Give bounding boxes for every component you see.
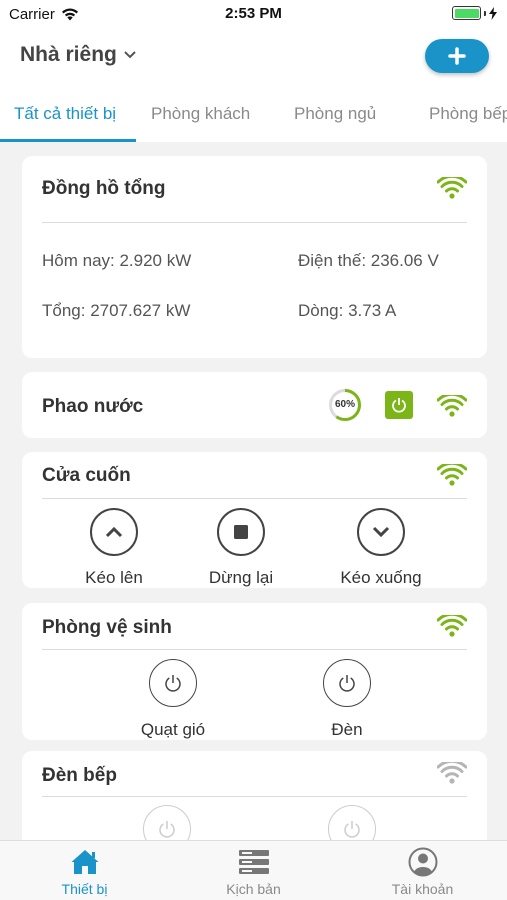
header: Nhà riêng (0, 28, 507, 86)
tab-bedroom[interactable]: Phòng ngủ (294, 104, 376, 124)
meter-today: Hôm nay: 2.920 kW (42, 251, 192, 270)
shutter-card[interactable]: Cửa cuốn Kéo lên Dừng lại Kéo xuống (22, 452, 487, 588)
scenario-icon (238, 850, 269, 874)
divider (42, 796, 467, 797)
shutter-down-label: Kéo xuống (340, 568, 422, 587)
account-icon (408, 847, 437, 877)
fan-label: Quạt gió (140, 720, 206, 739)
tab-all-devices[interactable]: Tất cả thiết bị (14, 104, 116, 124)
kitchen-light-power-button-2[interactable] (328, 805, 376, 840)
power-icon (339, 675, 355, 692)
home-icon (71, 850, 98, 874)
status-time: 2:53 PM (225, 5, 282, 22)
meter-card[interactable]: Đồng hồ tổng Hôm nay: 2.920 kW Điện thế:… (22, 156, 487, 358)
power-icon (165, 675, 181, 692)
tab-scenarios-label: Kịch bản (226, 881, 281, 897)
bottom-tab-bar: Thiết bị Kịch bản Tài khoản (0, 840, 507, 900)
kitchen-light-power-button-1[interactable] (143, 805, 191, 840)
meter-current: Dòng: 3.73 A (298, 301, 397, 320)
chevron-down-icon (372, 526, 390, 538)
float-title: Phao nước (42, 396, 144, 417)
add-button[interactable] (425, 39, 489, 73)
water-float-card[interactable]: Phao nước 60% (22, 372, 487, 438)
tab-scenarios[interactable]: Kịch bản (169, 847, 338, 897)
divider (42, 498, 467, 499)
room-tabs: Tất cả thiết bị Phòng khách Phòng ngủ Ph… (0, 86, 507, 142)
wifi-online-icon (437, 395, 467, 417)
meter-voltage: Điện thế: 236.06 V (298, 251, 439, 270)
power-icon (344, 821, 360, 838)
plus-icon (448, 47, 466, 65)
chevron-down-icon (124, 51, 136, 59)
battery-icon (452, 6, 497, 20)
wifi-offline-icon (437, 762, 467, 784)
power-icon (392, 398, 406, 413)
tab-kitchen[interactable]: Phòng bếp (429, 104, 507, 124)
shutter-title: Cửa cuốn (42, 465, 131, 486)
charging-bolt-icon (489, 6, 497, 20)
stop-icon (234, 525, 248, 539)
shutter-up-label: Kéo lên (85, 568, 143, 587)
meter-total: Tổng: 2707.627 kW (42, 301, 191, 320)
shutter-down-button[interactable] (357, 508, 405, 556)
power-icon (159, 821, 175, 838)
light-label: Đèn (331, 720, 363, 739)
device-list[interactable]: Đồng hồ tổng Hôm nay: 2.920 kW Điện thế:… (0, 142, 507, 840)
chevron-up-icon (105, 526, 123, 538)
tab-account-label: Tài khoản (391, 881, 454, 897)
tab-account[interactable]: Tài khoản (338, 847, 507, 897)
home-selector[interactable]: Nhà riêng (20, 43, 137, 67)
tab-devices[interactable]: Thiết bị (0, 847, 169, 897)
shutter-stop-label: Dừng lại (208, 568, 274, 587)
water-level-gauge: 60% (328, 388, 362, 422)
kitchen-light-card[interactable]: Đèn bếp (22, 751, 487, 840)
water-level-text: 60% (334, 399, 355, 410)
tab-living-room[interactable]: Phòng khách (151, 104, 250, 124)
kitchen-light-title: Đèn bếp (42, 765, 117, 786)
home-name: Nhà riêng (20, 43, 117, 66)
bathroom-title: Phòng vệ sinh (42, 617, 172, 638)
meter-title: Đồng hồ tổng (42, 178, 166, 199)
wifi-online-icon (437, 177, 467, 199)
shutter-up-button[interactable] (90, 508, 138, 556)
divider (42, 649, 467, 650)
light-power-button[interactable] (323, 659, 371, 707)
tab-devices-label: Thiết bị (61, 881, 108, 897)
status-bar: Carrier 2:53 PM (0, 0, 507, 28)
wifi-online-icon (437, 464, 467, 486)
wifi-online-icon (437, 615, 467, 637)
divider (42, 222, 467, 223)
bathroom-card[interactable]: Phòng vệ sinh Quạt gió Đèn (22, 603, 487, 740)
float-power-button[interactable] (385, 391, 413, 419)
shutter-stop-button[interactable] (217, 508, 265, 556)
fan-power-button[interactable] (149, 659, 197, 707)
